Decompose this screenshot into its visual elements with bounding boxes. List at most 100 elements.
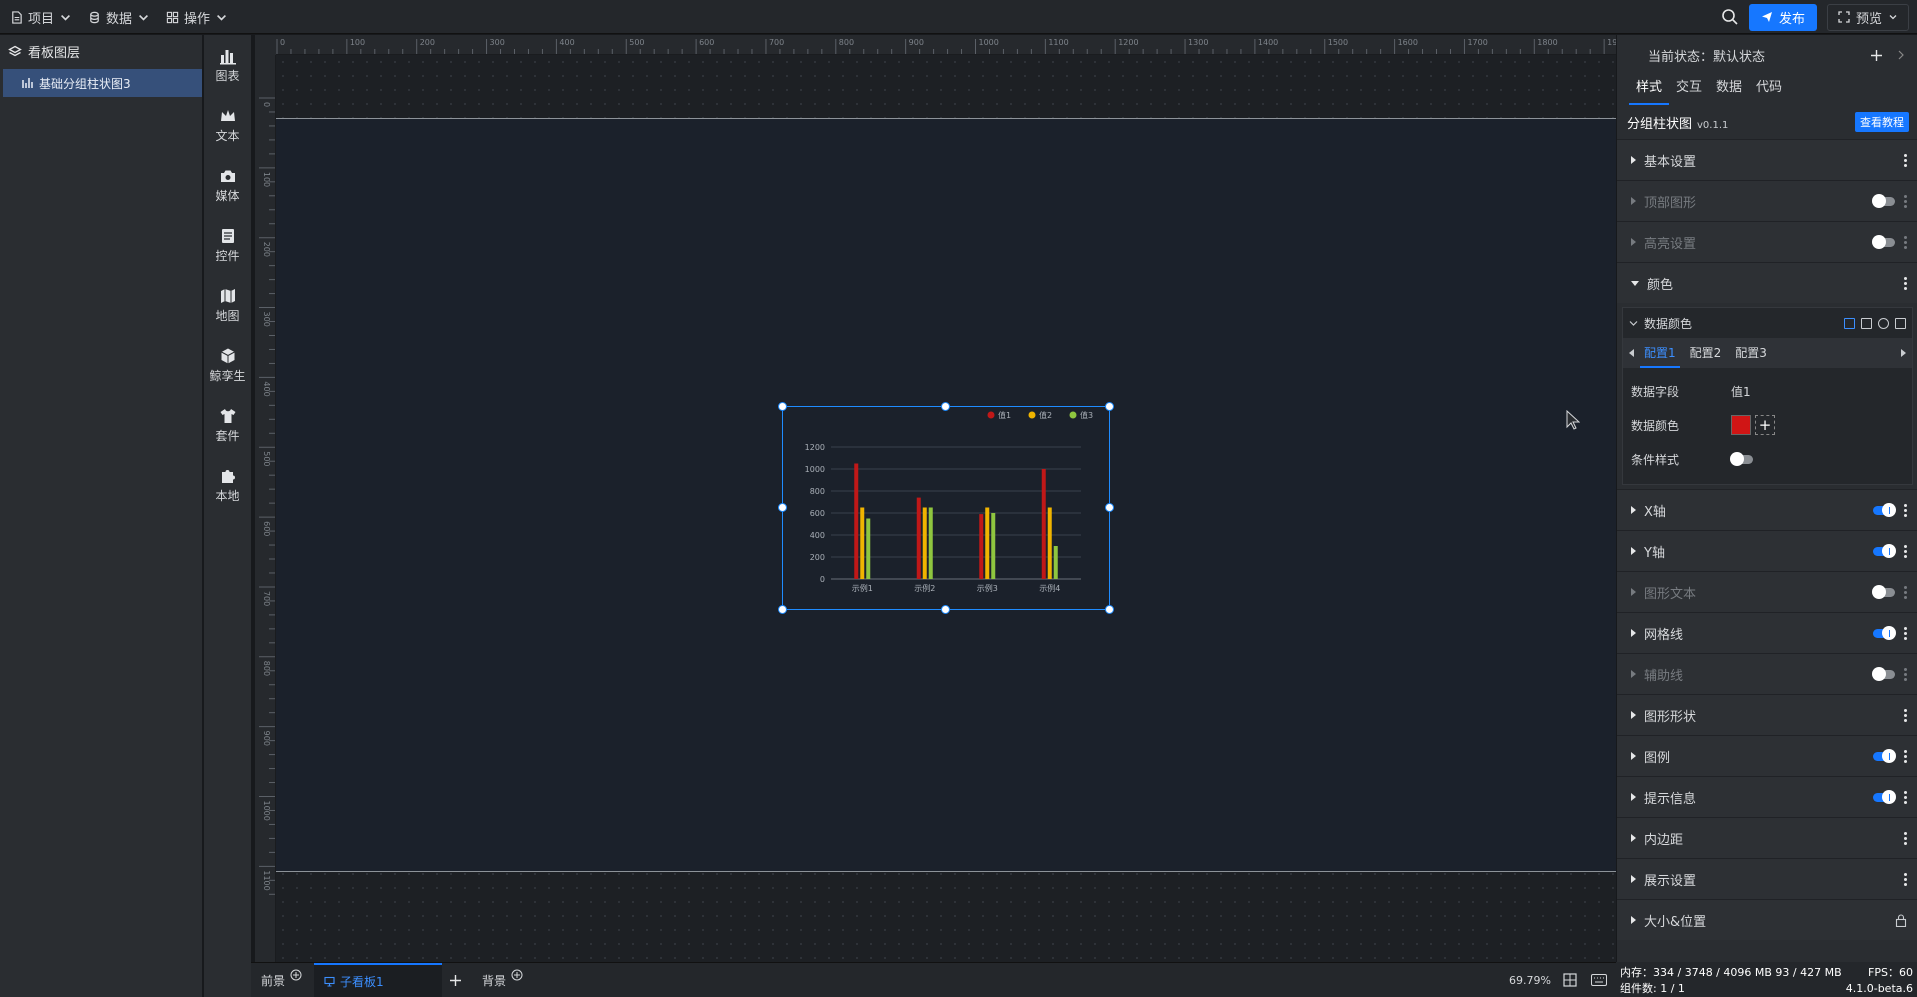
section-label: 颜色 bbox=[1647, 277, 1674, 293]
section-top-3[interactable]: 颜色 bbox=[1617, 262, 1917, 303]
section-bottom-10[interactable]: 大小&位置 bbox=[1617, 899, 1917, 940]
more-icon[interactable] bbox=[1904, 544, 1907, 558]
resize-handle-top-right[interactable] bbox=[1105, 402, 1114, 411]
tab-interaction[interactable]: 交互 bbox=[1669, 75, 1709, 105]
memory-usage: 内存：334 / 3748 / 4096 MB 93 / 427 MB bbox=[1620, 966, 1842, 979]
sections-top: 基本设置 顶部图形 高亮设置颜色 bbox=[1617, 139, 1917, 303]
more-icon[interactable] bbox=[1904, 749, 1907, 763]
tool-text[interactable]: 文本 bbox=[204, 95, 251, 155]
config-tab-3[interactable]: 配置3 bbox=[1731, 338, 1771, 368]
zoom-level[interactable]: 69.79% bbox=[1509, 974, 1551, 987]
tab-code[interactable]: 代码 bbox=[1749, 75, 1789, 105]
tool-media[interactable]: 媒体 bbox=[204, 155, 251, 215]
trash-icon[interactable] bbox=[1895, 317, 1906, 329]
subboard-tab[interactable]: 子看板1 bbox=[314, 963, 442, 997]
tab-style[interactable]: 样式 bbox=[1629, 75, 1670, 105]
data-field-value[interactable]: 值1 bbox=[1731, 383, 1751, 400]
section-toggle[interactable] bbox=[1872, 584, 1895, 599]
view-tutorial-button[interactable]: 查看教程 bbox=[1855, 112, 1909, 132]
section-bottom-5[interactable]: 图形形状 bbox=[1617, 694, 1917, 735]
menu-data[interactable]: 数据 bbox=[88, 0, 150, 34]
foreground-tab[interactable]: 前景 bbox=[261, 963, 302, 997]
config-tab-2[interactable]: 配置2 bbox=[1686, 338, 1726, 368]
data-color-header[interactable]: 数据颜色 bbox=[1623, 308, 1912, 338]
layout-grid-icon[interactable] bbox=[1844, 317, 1855, 329]
fit-screen-icon[interactable] bbox=[1563, 973, 1577, 987]
arrow-right-icon[interactable] bbox=[1901, 349, 1906, 357]
condition-style-toggle[interactable] bbox=[1730, 451, 1753, 466]
more-icon[interactable] bbox=[1904, 872, 1907, 886]
menu-operations[interactable]: 操作 bbox=[166, 0, 228, 34]
section-toggle[interactable] bbox=[1873, 543, 1896, 558]
color-swatch[interactable] bbox=[1731, 415, 1751, 435]
tool-map[interactable]: 地图 bbox=[204, 275, 251, 335]
more-icon[interactable] bbox=[1904, 235, 1907, 249]
section-bottom-1[interactable]: Y轴 bbox=[1617, 530, 1917, 571]
bar-chart-icon bbox=[219, 49, 236, 64]
section-toggle[interactable] bbox=[1872, 666, 1895, 681]
preview-button[interactable]: 预览 bbox=[1827, 3, 1909, 31]
more-icon[interactable] bbox=[1904, 194, 1907, 208]
config-tab-1[interactable]: 配置1 bbox=[1640, 338, 1680, 368]
add-color-button[interactable]: + bbox=[1755, 415, 1775, 435]
background-tab[interactable]: 背景 bbox=[482, 963, 523, 997]
more-icon[interactable] bbox=[1904, 708, 1907, 722]
search-icon[interactable] bbox=[1721, 8, 1739, 26]
publish-button[interactable]: 发布 bbox=[1749, 3, 1817, 31]
layer-item[interactable]: 基础分组柱状图3 bbox=[3, 69, 202, 97]
tool-local[interactable]: 本地 bbox=[204, 455, 251, 515]
section-bottom-9[interactable]: 展示设置 bbox=[1617, 858, 1917, 899]
tool-controls[interactable]: 控件 bbox=[204, 215, 251, 275]
section-toggle[interactable] bbox=[1872, 193, 1895, 208]
more-icon[interactable] bbox=[1904, 153, 1907, 167]
chevron-right-icon[interactable] bbox=[1897, 50, 1905, 60]
resize-handle-bottom-right[interactable] bbox=[1105, 605, 1114, 614]
resize-handle-top-left[interactable] bbox=[778, 402, 787, 411]
more-icon[interactable] bbox=[1904, 503, 1907, 517]
more-icon[interactable] bbox=[1904, 585, 1907, 599]
section-bottom-3[interactable]: 网格线 bbox=[1617, 612, 1917, 653]
resize-handle-right[interactable] bbox=[1105, 503, 1114, 512]
section-bottom-8[interactable]: 内边距 bbox=[1617, 817, 1917, 858]
section-top-2[interactable]: 高亮设置 bbox=[1617, 221, 1917, 262]
arrow-left-icon[interactable] bbox=[1629, 349, 1634, 357]
resize-handle-left[interactable] bbox=[778, 503, 787, 512]
section-bottom-6[interactable]: 图例 bbox=[1617, 735, 1917, 776]
resize-handle-bottom-left[interactable] bbox=[778, 605, 787, 614]
section-bottom-4[interactable]: 辅助线 bbox=[1617, 653, 1917, 694]
section-toggle[interactable] bbox=[1873, 789, 1896, 804]
section-top-1[interactable]: 顶部图形 bbox=[1617, 180, 1917, 221]
tool-twin[interactable]: 鲸孪生 bbox=[204, 335, 251, 395]
resize-handle-top[interactable] bbox=[941, 402, 950, 411]
canvas-area[interactable]: 0 200 400 600 800 1000 1200 示例1 示例2 示例3 示例4 值1 值2 值3 bbox=[276, 55, 1616, 962]
menu-project[interactable]: 项目 bbox=[10, 0, 72, 34]
section-toggle[interactable] bbox=[1873, 625, 1896, 640]
tool-kit[interactable]: 套件 bbox=[204, 395, 251, 455]
grouped-bar-chart-widget[interactable]: 0 200 400 600 800 1000 1200 示例1 示例2 示例3 示例4 值1 值2 值3 bbox=[778, 402, 1114, 614]
section-bottom-7[interactable]: 提示信息 bbox=[1617, 776, 1917, 817]
board-screen[interactable]: 0 200 400 600 800 1000 1200 示例1 示例2 示例3 示例4 值1 值2 值3 bbox=[276, 118, 1616, 872]
add-board-icon[interactable] bbox=[449, 974, 462, 987]
tab-data[interactable]: 数据 bbox=[1709, 75, 1749, 105]
section-bottom-0[interactable]: X轴 bbox=[1617, 489, 1917, 530]
more-icon[interactable] bbox=[1904, 831, 1907, 845]
add-state-icon[interactable] bbox=[1870, 49, 1883, 62]
add-circle-icon[interactable] bbox=[511, 969, 523, 981]
table-icon[interactable] bbox=[1861, 317, 1872, 329]
mouse-cursor-icon bbox=[1566, 410, 1580, 430]
tool-chart[interactable]: 图表 bbox=[204, 35, 251, 95]
resize-handle-bottom[interactable] bbox=[941, 605, 950, 614]
lock-icon[interactable] bbox=[1895, 913, 1907, 927]
section-top-0[interactable]: 基本设置 bbox=[1617, 139, 1917, 180]
keyboard-icon[interactable] bbox=[1591, 974, 1607, 986]
section-toggle[interactable] bbox=[1873, 502, 1896, 517]
section-toggle[interactable] bbox=[1872, 234, 1895, 249]
more-icon[interactable] bbox=[1904, 790, 1907, 804]
section-bottom-2[interactable]: 图形文本 bbox=[1617, 571, 1917, 612]
more-icon[interactable] bbox=[1904, 626, 1907, 640]
more-icon[interactable] bbox=[1904, 276, 1907, 290]
section-toggle[interactable] bbox=[1873, 748, 1896, 763]
more-icon[interactable] bbox=[1904, 667, 1907, 681]
add-circle-icon[interactable] bbox=[1878, 317, 1889, 329]
add-circle-icon[interactable] bbox=[290, 969, 302, 981]
